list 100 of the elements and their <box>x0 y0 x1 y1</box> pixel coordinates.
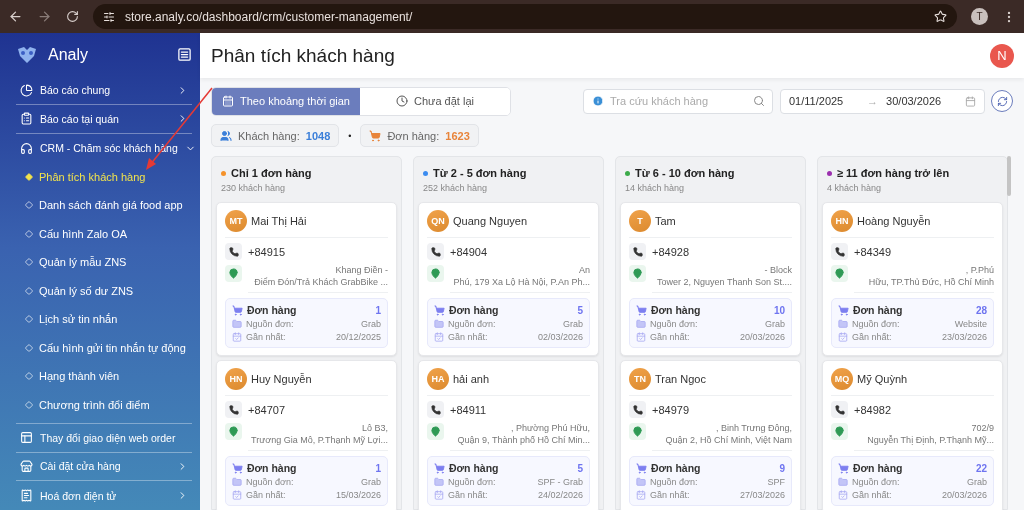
customer-count: 14 khách hàng <box>625 183 686 193</box>
menu-item[interactable]: Báo cáo chung <box>16 76 192 106</box>
avatar: MT <box>225 210 247 232</box>
avatar: QN <box>427 210 449 232</box>
source-label: Nguồn đơn: <box>650 319 699 329</box>
submenu-item[interactable]: Cấu hình Zalo OA <box>16 219 192 248</box>
last-order-date: 27/03/2026 <box>739 490 785 500</box>
info-icon <box>592 94 604 107</box>
menu-item[interactable]: Thay đổi giao diện web order <box>16 424 192 453</box>
submenu-item[interactable]: Lịch sử tin nhắn <box>16 305 192 334</box>
cart-icon <box>369 129 382 142</box>
address-text: Quận 9, Thành phố Hồ Chí Min... <box>457 435 590 445</box>
folder-icon <box>838 319 848 329</box>
diamond-icon <box>25 400 33 409</box>
cart-icon <box>636 304 647 316</box>
diamond-icon <box>25 343 33 352</box>
address-text: Hữu, TP.Thủ Đức, Hồ Chí Minh <box>868 277 994 287</box>
scrollbar-thumb[interactable] <box>1007 156 1011 196</box>
collapse-menu-icon[interactable] <box>177 47 192 63</box>
date-range-picker[interactable]: 01/11/2025 → 30/03/2026 <box>780 88 985 114</box>
phone-number: +84915 <box>248 245 285 258</box>
address-text: Phú, 179 Xa Lộ Hà Nội, P.An Ph... <box>453 277 590 287</box>
last-order-label: Gần nhất: <box>650 490 691 500</box>
cart-icon <box>838 462 849 474</box>
stat-value: 1048 <box>305 129 331 142</box>
search-field[interactable]: Tra cứu khách hàng <box>583 88 773 114</box>
site-info-icon[interactable] <box>103 10 115 23</box>
customer-name: Hoàng Nguyễn <box>857 215 931 227</box>
bookmark-icon[interactable] <box>934 10 947 23</box>
diamond-icon <box>25 258 33 267</box>
source-value: Grab <box>361 319 381 329</box>
arrow-separator: → <box>867 95 879 107</box>
address-text: , Phường Phú Hữu, <box>511 423 590 433</box>
source-label: Nguồn đơn: <box>852 319 901 329</box>
customer-card[interactable]: T Tam +84928 - Block Tower 2, Nguyen Thanh Son St.... Đơn hàng 10 Nguồn đơn: Grab Gần nhất: 20/03/2026 <box>620 202 801 356</box>
location-pin-icon <box>225 265 242 282</box>
avatar: T <box>629 210 651 232</box>
submenu-item[interactable]: Quản lý mẫu ZNS <box>16 248 192 277</box>
profile-avatar[interactable]: T <box>971 8 988 25</box>
source-label: Nguồn đơn: <box>448 319 497 329</box>
menu-item[interactable]: Cài đặt cửa hàng <box>16 452 192 482</box>
order-count: 10 <box>773 304 785 316</box>
customer-card[interactable]: MT Mai Thị Hải +84915 Khang Điền - Điểm Đón/Trả Khách GrabBike ... Đơn hàng 1 Nguồn đơn: Grab Gần nhất: 20/12/2025 <box>216 202 397 356</box>
address-text: , Binh Trưng Đông, <box>715 423 792 433</box>
submenu-item[interactable]: Chương trình đổi điểm <box>16 390 192 419</box>
forward-icon[interactable] <box>37 9 52 24</box>
source-label: Nguồn đơn: <box>448 477 497 487</box>
address-text: - Block <box>764 265 792 275</box>
address-bar[interactable]: store.analy.co/dashboard/crm/customer-management/ <box>93 4 957 29</box>
orders-label: Đơn hàng <box>853 462 904 474</box>
last-order-label: Gần nhất: <box>650 332 691 342</box>
cart-icon <box>636 462 647 474</box>
tab[interactable]: Theo khoảng thời gian <box>212 87 360 115</box>
customer-card[interactable]: HA hải anh +84911 , Phường Phú Hữu, Quận 9, Thành phố Hồ Chí Min... Đơn hàng 5 Nguồn đơn: SPF - Grab Gần nhất: 24/02/2026 <box>418 360 599 510</box>
submenu-item[interactable]: Danh sách đánh giá food app <box>16 191 192 220</box>
folder-icon <box>434 319 444 329</box>
address-text: Trương Gia Mô, P.Thạnh Mỹ Lợi... <box>251 435 388 445</box>
calendar-icon <box>222 95 234 107</box>
phone-number: +84349 <box>854 245 891 258</box>
source-value: SPF - Grab <box>537 477 583 487</box>
submenu-item[interactable]: Cấu hình gửi tin nhắn tự động <box>16 333 192 362</box>
submenu-item[interactable]: Phân tích khách hàng <box>16 162 192 191</box>
folder-icon <box>232 319 242 329</box>
url-text: store.analy.co/dashboard/crm/customer-management/ <box>125 9 414 24</box>
calendar-icon <box>965 95 976 107</box>
diamond-icon <box>25 372 33 381</box>
order-count: 5 <box>577 462 583 474</box>
folder-icon <box>636 319 646 329</box>
source-label: Nguồn đơn: <box>246 319 295 329</box>
diamond-icon <box>25 229 33 238</box>
folder-icon <box>232 477 242 487</box>
phone-icon <box>629 401 646 418</box>
submenu-item[interactable]: Hạng thành viên <box>16 362 192 391</box>
cart-icon <box>232 304 243 316</box>
back-icon[interactable] <box>8 9 23 24</box>
customer-card[interactable]: HN Huy Nguyễn +84707 Lô B3, Trương Gia Mô, P.Thạnh Mỹ Lợi... Đơn hàng 1 Nguồn đơn: Grab Gần nhất: 15/03/2026 <box>216 360 397 510</box>
phone-number: +84911 <box>450 403 487 416</box>
calendar-icon <box>434 332 444 342</box>
source-value: Grab <box>563 319 583 329</box>
orders-label: Đơn hàng <box>247 304 298 316</box>
menu-item[interactable]: Báo cáo tại quán <box>16 105 192 134</box>
location-pin-icon <box>225 423 242 440</box>
cart-icon <box>434 304 445 316</box>
column-title: Chỉ 1 đơn hàng <box>231 167 312 179</box>
customer-card[interactable]: TN Tran Ngoc +84979 , Binh Trưng Đông, Quận 2, Hồ Chí Minh, Việt Nam Đơn hàng 9 Nguồn đơn: SPF Gần nhất: 27/03/2026 <box>620 360 801 510</box>
menu-item[interactable]: Hoá đơn điện tử <box>16 481 192 510</box>
submenu-item[interactable]: Quản lý số dư ZNS <box>16 276 192 305</box>
reload-icon[interactable] <box>66 10 79 23</box>
phone-number: +84979 <box>652 403 689 416</box>
column-title: Từ 2 - 5 đơn hàng <box>433 167 527 179</box>
customer-card[interactable]: MQ Mỹ Quỳnh +84982 702/9 Nguyễn Thị Định, P.Thạnh Mỹ... Đơn hàng 22 Nguồn đơn: Grab Gần nhất: 20/03/2026 <box>822 360 1003 510</box>
customer-card[interactable]: HN Hoàng Nguyễn +84349 , P.Phú Hữu, TP.Thủ Đức, Hồ Chí Minh Đơn hàng 28 Nguồn đơn: Website Gần nhất: 23/03/2026 <box>822 202 1003 356</box>
phone-icon <box>225 401 242 418</box>
source-label: Nguồn đơn: <box>852 477 901 487</box>
customer-count: 252 khách hàng <box>423 183 489 193</box>
refresh-button[interactable] <box>991 90 1013 112</box>
phone-number: +84928 <box>652 245 689 258</box>
user-avatar[interactable]: N <box>990 43 1014 68</box>
customer-card[interactable]: QN Quang Nguyen +84904 An Phú, 179 Xa Lộ Hà Nội, P.An Ph... Đơn hàng 5 Nguồn đơn: Grab Gần nhất: 02/03/2026 <box>418 202 599 356</box>
customer-count: 230 khách hàng <box>221 183 287 193</box>
